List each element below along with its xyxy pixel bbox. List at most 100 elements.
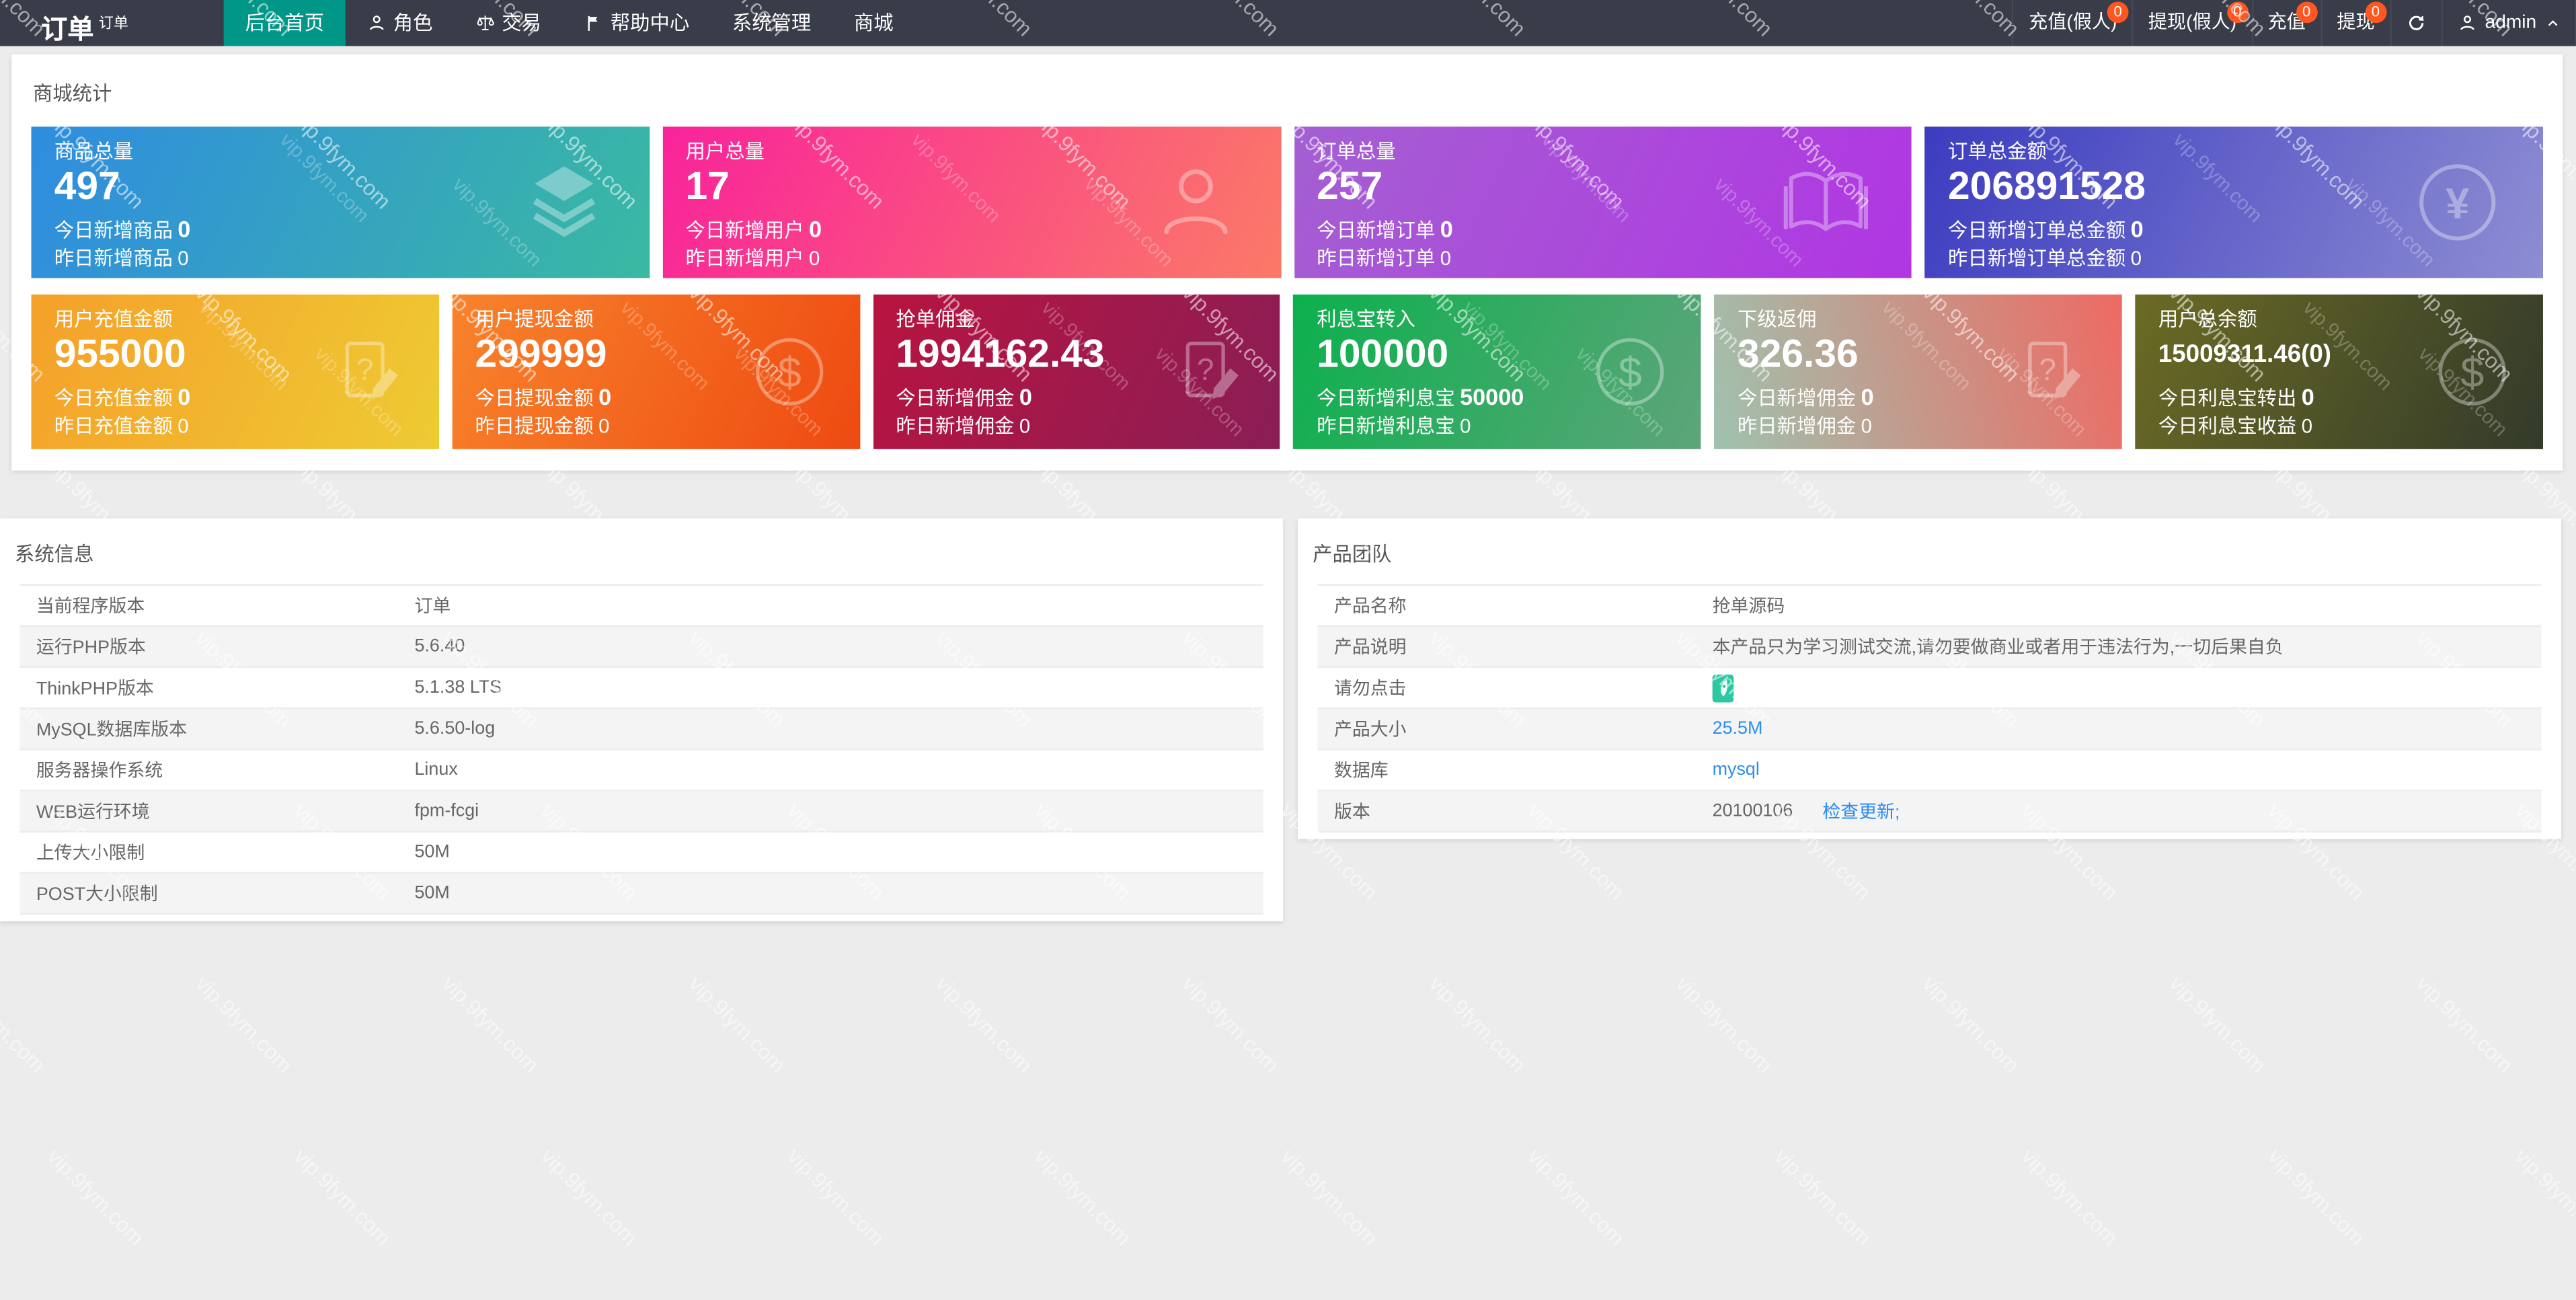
- table-row-value: [1712, 673, 2542, 702]
- system-info-row: POST大小限制 50M: [19, 873, 1263, 915]
- doc-edit-icon: ?: [1172, 334, 1248, 410]
- stat-card-label: 用户提现金额: [475, 307, 594, 331]
- stat-line-label: 今日新增利息宝: [1317, 386, 1455, 410]
- app-title: 订单 订单: [0, 0, 158, 46]
- product-team-table: 产品名称 抢单源码 产品说明 本产品只为学习测试交流,请勿要做商业或者用于违法行…: [1317, 584, 2542, 833]
- stat-card: 利息宝转入 100000 今日新增利息宝 50000 昨日新增利息宝 0 $ vip…: [1293, 294, 1702, 449]
- svg-text:?: ?: [1198, 352, 1214, 387]
- product-team-row: 产品大小 25.5M: [1317, 709, 2542, 751]
- stat-line-label: 今日充值金额: [54, 386, 173, 410]
- stat-line-value: 0: [2301, 414, 2313, 438]
- product-size-link[interactable]: 25.5M: [1713, 719, 1763, 738]
- withdraw-fake-button[interactable]: 提现(假人) 0: [2132, 0, 2251, 46]
- stat-line-label: 今日提现金额: [475, 386, 594, 410]
- dollar-icon: $: [751, 334, 827, 410]
- system-info-title: 系统信息: [15, 543, 94, 566]
- system-info-row: 运行PHP版本 5.6.40: [19, 627, 1263, 668]
- badge: 0: [2296, 1, 2318, 24]
- product-team-row: 数据库 mysql: [1317, 750, 2542, 792]
- recharge-button[interactable]: 充值 0: [2251, 0, 2320, 46]
- recharge-fake-button[interactable]: 充值(假人) 0: [2012, 0, 2132, 46]
- stat-line-label: 今日新增佣金: [1738, 386, 1857, 410]
- stat-card: 订单总金额 206891528 今日新增订单总金额 0 昨日新增订单总金额 0 ¥ …: [1924, 126, 2543, 278]
- nav-item-home[interactable]: 后台首页: [223, 0, 346, 46]
- table-row-label: ThinkPHP版本: [36, 679, 154, 699]
- system-info-row: 当前程序版本 订单: [19, 584, 1263, 627]
- version-value: 20100106: [1712, 801, 1793, 821]
- stat-card: 用户总量 17 今日新增用户 0 昨日新增用户 0 vip.9fym.com vip…: [662, 126, 1281, 278]
- stat-card-label: 下级返佣: [1738, 307, 1817, 331]
- refresh-icon: [2406, 13, 2425, 33]
- stats-panel-title: 商城统计: [32, 82, 112, 106]
- svg-text:?: ?: [356, 352, 373, 387]
- stat-line-label: 今日新增商品: [54, 219, 173, 242]
- stat-line-value: 0: [809, 246, 820, 270]
- system-info-row: MySQL数据库版本 5.6.50-log: [19, 709, 1263, 751]
- flag-icon: [584, 13, 604, 33]
- stat-line-label: 昨日充值金额: [54, 414, 173, 438]
- svg-text:¥: ¥: [2446, 180, 2470, 228]
- rocket-icon[interactable]: [1712, 673, 1734, 702]
- system-info-row: 服务器操作系统 Linux: [19, 750, 1263, 792]
- stat-line-label: 昨日新增佣金: [896, 414, 1015, 438]
- table-row-value: 25.5M: [1713, 719, 2542, 738]
- stat-card-label: 用户总余额: [2158, 307, 2257, 331]
- nav-item-mall[interactable]: 商城: [832, 0, 914, 46]
- stat-line-label: 今日新增佣金: [896, 386, 1015, 410]
- table-row-value: 5.6.50-log: [414, 719, 496, 739]
- system-info-panel: 系统信息 当前程序版本 订单 运行PHP版本 5.6.40 ThinkPHP版本…: [0, 518, 1284, 921]
- chevron-up-icon: [2544, 15, 2561, 31]
- top-navbar: 订单 订单 后台首页 角色 交易 帮助中心 系统管理 商城 充值(假人) 0 提现…: [0, 0, 2576, 46]
- table-row-label: MySQL数据库版本: [36, 720, 188, 740]
- table-row-value: fpm-fcgi: [414, 801, 479, 821]
- product-team-title: 产品团队: [1313, 543, 1392, 566]
- doc-edit-icon: ?: [2014, 334, 2090, 410]
- stat-line-value: 50000: [1460, 383, 1524, 410]
- dollar-icon: $: [1593, 334, 1669, 410]
- table-row-value: 5.6.40: [414, 636, 465, 657]
- scale-icon: [475, 13, 495, 33]
- yen-icon: ¥: [2415, 159, 2500, 245]
- user-name: admin: [2485, 13, 2537, 33]
- stat-card: 商品总量 497 今日新增商品 0 昨日新增商品 0 vip.9fym.com vi…: [31, 126, 650, 278]
- nav-item-system[interactable]: 系统管理: [711, 0, 832, 46]
- stat-card: 用户提现金额 299999 今日提现金额 0 昨日提现金额 0 $ vip.9fym…: [452, 294, 860, 449]
- system-info-row: WEB运行环境 fpm-fcgi: [19, 791, 1263, 833]
- stat-line-value: 0: [809, 215, 822, 242]
- table-row-label: 服务器操作系统: [36, 761, 163, 781]
- table-row-label: 产品名称: [1333, 597, 1407, 617]
- stat-line-value: 0: [598, 383, 612, 410]
- user-menu[interactable]: admin: [2440, 0, 2576, 46]
- database-link[interactable]: mysql: [1713, 760, 1760, 779]
- nav-item-trade[interactable]: 交易: [454, 0, 562, 46]
- table-row-label: 版本: [1333, 802, 1370, 823]
- stat-card: 用户充值金额 955000 今日充值金额 0 昨日充值金额 0 ? vip.9fym…: [31, 294, 439, 449]
- stat-card-label: 利息宝转入: [1317, 307, 1416, 331]
- table-row-value: 50M: [414, 883, 450, 904]
- stat-line-value: 0: [1861, 383, 1874, 410]
- stat-line-label: 昨日新增订单总金额: [1948, 246, 2126, 270]
- stat-line-value: 0: [178, 383, 191, 410]
- refresh-button[interactable]: [2389, 0, 2441, 46]
- stat-card-label: 抢单佣金: [896, 307, 975, 331]
- product-team-panel: 产品团队 产品名称 抢单源码 产品说明 本产品只为学习测试交流,请勿要做商业或者…: [1298, 518, 2561, 839]
- badge: 0: [2364, 1, 2386, 24]
- svg-text:$: $: [1618, 350, 1642, 397]
- table-row-value: 5.1.38 LTS: [414, 677, 502, 698]
- stat-line-label: 昨日新增利息宝: [1317, 414, 1455, 438]
- nav-item-role[interactable]: 角色: [346, 0, 454, 46]
- check-update-link[interactable]: 检查更新;: [1822, 798, 1900, 824]
- table-row-value: Linux: [414, 760, 458, 780]
- stat-line-value: 0: [2130, 215, 2144, 242]
- app-title-text: 订单: [41, 17, 94, 45]
- stat-line-label: 今日利息宝转出: [2158, 386, 2297, 410]
- app-title-sup: 订单: [98, 15, 128, 32]
- system-info-row: ThinkPHP版本 5.1.38 LTS: [19, 668, 1263, 710]
- stat-line-value: 0: [178, 215, 191, 242]
- withdraw-button[interactable]: 提现 0: [2320, 0, 2390, 46]
- table-row-label: 数据库: [1333, 761, 1389, 781]
- dollar-icon: $: [2434, 334, 2510, 410]
- nav-item-help-center[interactable]: 帮助中心: [563, 0, 711, 46]
- stat-line-value: 0: [1019, 414, 1031, 438]
- table-row-value: 20100106 检查更新;: [1713, 798, 2542, 824]
